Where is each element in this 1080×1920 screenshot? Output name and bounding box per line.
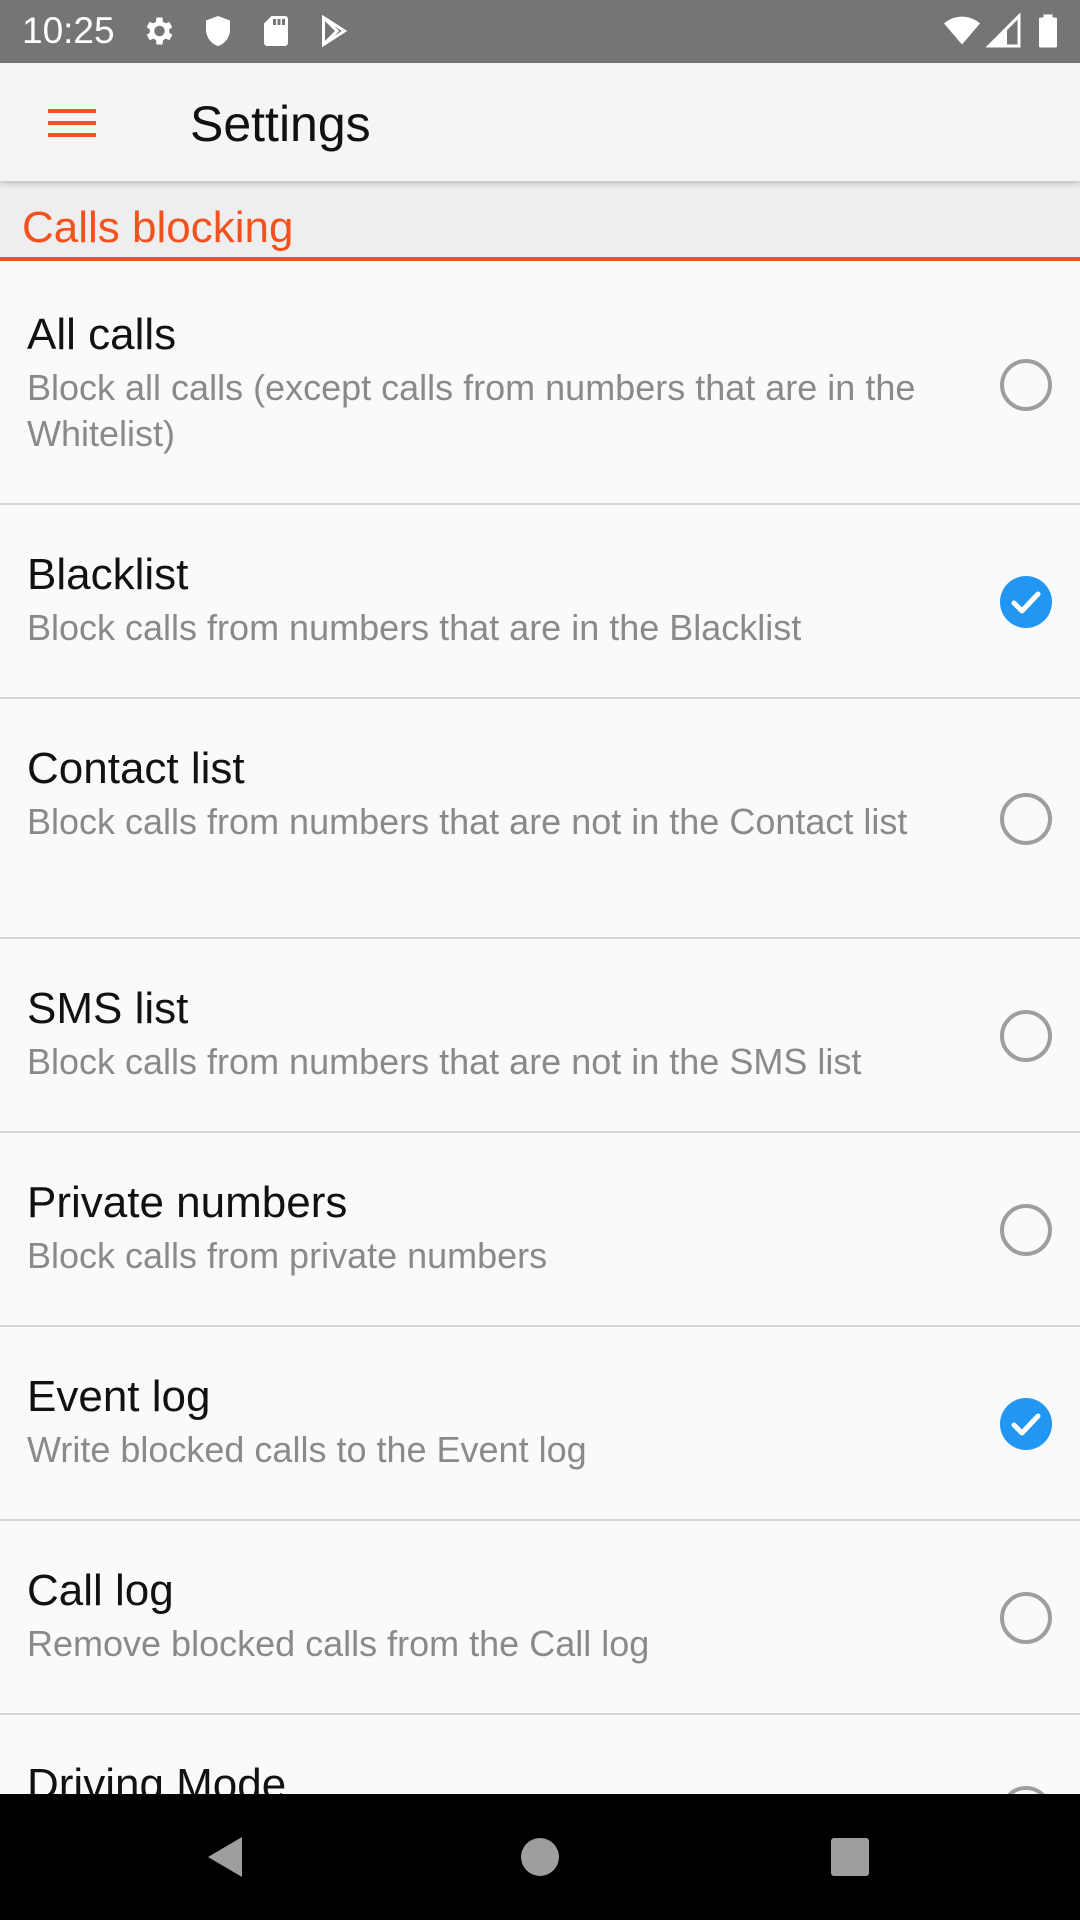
system-nav-bar — [0, 1794, 1080, 1920]
pref-summary: Block all calls (except calls from numbe… — [27, 367, 916, 454]
wifi-icon — [944, 13, 980, 49]
sd-card-icon — [258, 13, 294, 49]
status-time: 10:25 — [22, 10, 115, 51]
pref-event-log[interactable]: Event log Write blocked calls to the Eve… — [0, 1327, 1080, 1521]
status-bar: 10:25 — [0, 0, 1080, 63]
pref-contact-list[interactable]: Contact list Block calls from numbers th… — [0, 699, 1080, 939]
hamburger-menu-icon[interactable] — [36, 93, 108, 153]
back-icon[interactable] — [196, 1827, 256, 1887]
pref-summary: Block calls from numbers that are not in… — [27, 801, 908, 842]
pref-sms-list[interactable]: SMS list Block calls from numbers that a… — [0, 939, 1080, 1133]
pref-title: Event log — [27, 1372, 211, 1421]
radio-checked-icon[interactable] — [1000, 576, 1052, 628]
play-store-icon — [316, 13, 352, 49]
recents-icon[interactable] — [820, 1827, 880, 1887]
pref-all-calls[interactable]: All calls Block all calls (except calls … — [0, 265, 1080, 505]
radio-unchecked-icon[interactable] — [1000, 1204, 1052, 1256]
pref-blacklist[interactable]: Blacklist Block calls from numbers that … — [0, 505, 1080, 699]
radio-unchecked-icon[interactable] — [1000, 359, 1052, 411]
pref-title: All calls — [27, 310, 177, 359]
battery-icon — [1030, 13, 1066, 49]
pref-summary: Remove blocked calls from the Call log — [27, 1623, 650, 1664]
gear-icon — [140, 13, 176, 49]
pref-title: Call log — [27, 1566, 174, 1615]
radio-unchecked-icon[interactable] — [1000, 1592, 1052, 1644]
pref-summary: Block calls from numbers that are in the… — [27, 607, 802, 648]
page-title: Settings — [190, 96, 371, 152]
app-toolbar: Settings — [0, 63, 1080, 181]
home-icon[interactable] — [510, 1827, 570, 1887]
pref-title: Blacklist — [27, 550, 189, 599]
category-header: Calls blocking — [0, 181, 1080, 261]
pref-summary: Block calls from private numbers — [27, 1235, 548, 1276]
pref-title: Private numbers — [27, 1178, 348, 1227]
radio-unchecked-icon[interactable] — [1000, 793, 1052, 845]
radio-checked-icon[interactable] — [1000, 1398, 1052, 1450]
category-title: Calls blocking — [22, 203, 294, 252]
pref-call-log[interactable]: Call log Remove blocked calls from the C… — [0, 1521, 1080, 1715]
shield-icon — [200, 13, 236, 49]
pref-private-numbers[interactable]: Private numbers Block calls from private… — [0, 1133, 1080, 1327]
pref-summary: Write blocked calls to the Event log — [27, 1429, 587, 1470]
pref-title: SMS list — [27, 984, 189, 1033]
pref-title: Contact list — [27, 744, 245, 793]
radio-unchecked-icon[interactable] — [1000, 1010, 1052, 1062]
preference-list: All calls Block all calls (except calls … — [0, 265, 1080, 1909]
cell-signal-icon — [986, 13, 1022, 49]
pref-summary: Block calls from numbers that are not in… — [27, 1041, 862, 1082]
